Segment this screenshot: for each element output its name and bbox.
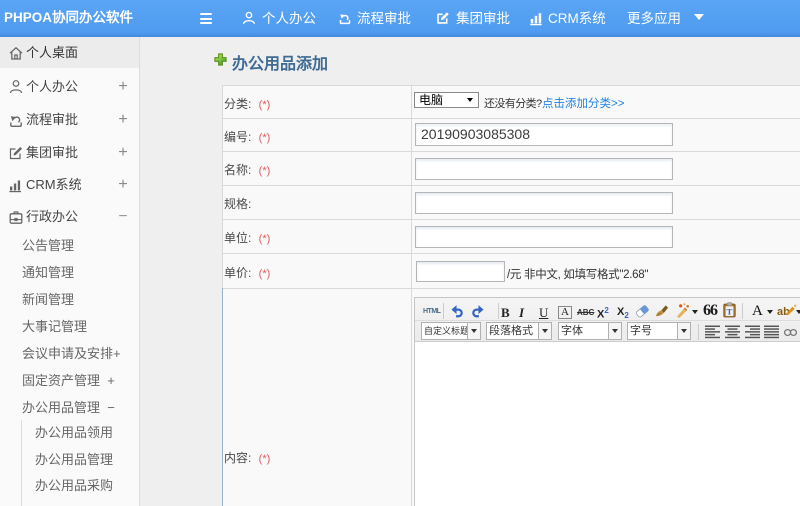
svg-text:T: T <box>727 307 733 317</box>
